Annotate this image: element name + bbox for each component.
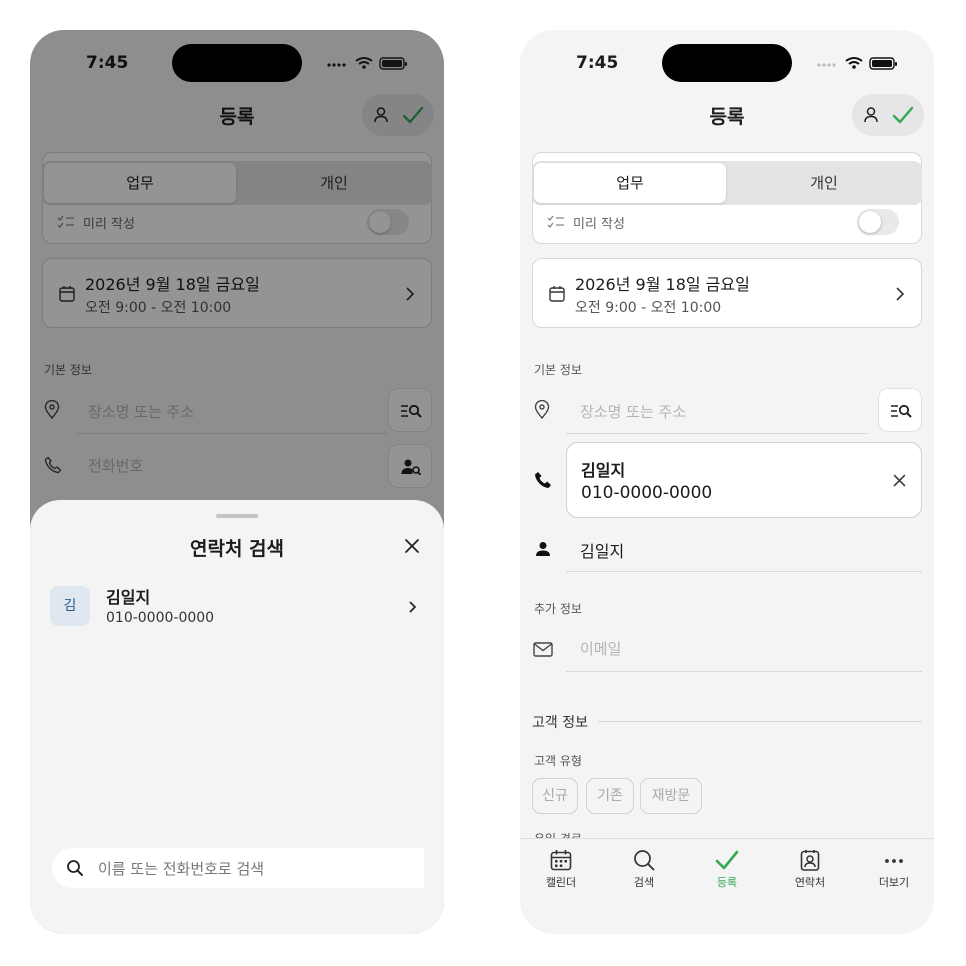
contact-name: 김일지 [106, 588, 151, 607]
clear-icon[interactable] [893, 474, 906, 487]
tab-bar: 캘린더 검색 등록 연락처 더보기 [520, 838, 934, 934]
status-time: 7:45 [576, 53, 619, 73]
place-input[interactable]: 장소명 또는 주소 [580, 401, 686, 422]
customer-info-label: 고객 정보 [532, 715, 588, 731]
contact-card-icon [800, 850, 820, 871]
extra-info-label: 추가 정보 [534, 602, 582, 616]
tab-contacts-label: 연락처 [794, 876, 826, 889]
tab-register-label: 등록 [716, 876, 738, 889]
prefill-label: 미리 작성 [573, 217, 625, 232]
save-check-icon[interactable] [892, 105, 914, 125]
tab-calendar-label: 캘린더 [545, 876, 577, 889]
sheet-title: 연락처 검색 [189, 538, 284, 560]
tab-search[interactable]: 검색 [614, 849, 674, 890]
customer-info-divider [598, 721, 922, 722]
contact-search-input[interactable]: 이름 또는 전화번호로 검색 [98, 858, 264, 879]
header-actions [852, 94, 924, 136]
customer-type-label: 고객 유형 [534, 754, 582, 768]
schedule-date: 2026년 9월 18일 금요일 [575, 275, 750, 294]
phone-icon [535, 472, 551, 488]
phone-screen-register: 7:45 등록 업무 개인 미리 작성 2026년 9월 18일 금요일 오전 … [520, 30, 934, 934]
segment-work[interactable]: 업무 [534, 163, 726, 203]
close-icon[interactable] [404, 538, 420, 554]
search-icon [67, 860, 83, 876]
mode-card: 업무 개인 미리 작성 [532, 152, 922, 244]
name-underline [566, 571, 922, 572]
location-pin-icon [534, 400, 550, 420]
contact-search-sheet: 연락처 검색 김 김일지 010-0000-0000 이름 또는 전화번호로 검… [30, 500, 444, 934]
checkmark-icon [715, 850, 739, 870]
tab-contacts[interactable]: 연락처 [780, 849, 840, 890]
segment-personal[interactable]: 개인 [728, 163, 920, 203]
customer-type-revisit[interactable]: 재방문 [640, 778, 702, 814]
contact-result-row[interactable]: 김 김일지 010-0000-0000 [50, 584, 424, 636]
list-search-icon [891, 404, 912, 418]
tab-more-label: 더보기 [878, 876, 910, 889]
prefill-toggle[interactable] [857, 209, 899, 235]
basic-info-label: 기본 정보 [534, 363, 582, 377]
name-input[interactable]: 김일지 [580, 538, 624, 562]
more-icon [885, 859, 903, 863]
email-underline [566, 671, 922, 672]
customer-type-new[interactable]: 신규 [532, 778, 578, 814]
calendar-icon [550, 850, 572, 871]
sheet-grabber[interactable] [216, 514, 258, 518]
chevron-right-icon [896, 287, 905, 301]
schedule-card[interactable]: 2026년 9월 18일 금요일 오전 9:00 - 오전 10:00 [532, 258, 922, 328]
person-icon[interactable] [862, 106, 880, 124]
place-search-button[interactable] [878, 388, 922, 432]
selected-contact-phone: 010-0000-0000 [581, 483, 713, 503]
place-underline [566, 433, 868, 434]
checklist-icon [547, 215, 564, 228]
search-icon [634, 850, 655, 871]
calendar-icon [549, 286, 565, 302]
tab-search-label: 검색 [633, 876, 655, 889]
chevron-right-icon [409, 601, 417, 613]
tab-register[interactable]: 등록 [697, 849, 757, 890]
customer-type-existing[interactable]: 기존 [586, 778, 634, 814]
tab-calendar[interactable]: 캘린더 [531, 849, 591, 890]
contact-search-field[interactable]: 이름 또는 전화번호로 검색 [52, 848, 424, 888]
dynamic-island [662, 44, 792, 82]
contact-avatar: 김 [50, 586, 90, 626]
contact-phone: 010-0000-0000 [106, 610, 215, 626]
email-input[interactable]: 이메일 [580, 638, 621, 659]
schedule-time: 오전 9:00 - 오전 10:00 [575, 300, 722, 316]
mode-segment: 업무 개인 [532, 161, 922, 205]
selected-contact-name: 김일지 [581, 461, 626, 480]
phone-screen-contact-search: 7:45 등록 업무 개인 미리 작성 2026년 9월 18일 금요일 오전 … [30, 30, 444, 934]
tab-more[interactable]: 더보기 [864, 849, 924, 890]
selected-contact-card[interactable]: 김일지 010-0000-0000 [566, 442, 922, 518]
status-icons [817, 57, 897, 70]
person-filled-icon [536, 542, 550, 556]
mail-icon [533, 642, 553, 657]
